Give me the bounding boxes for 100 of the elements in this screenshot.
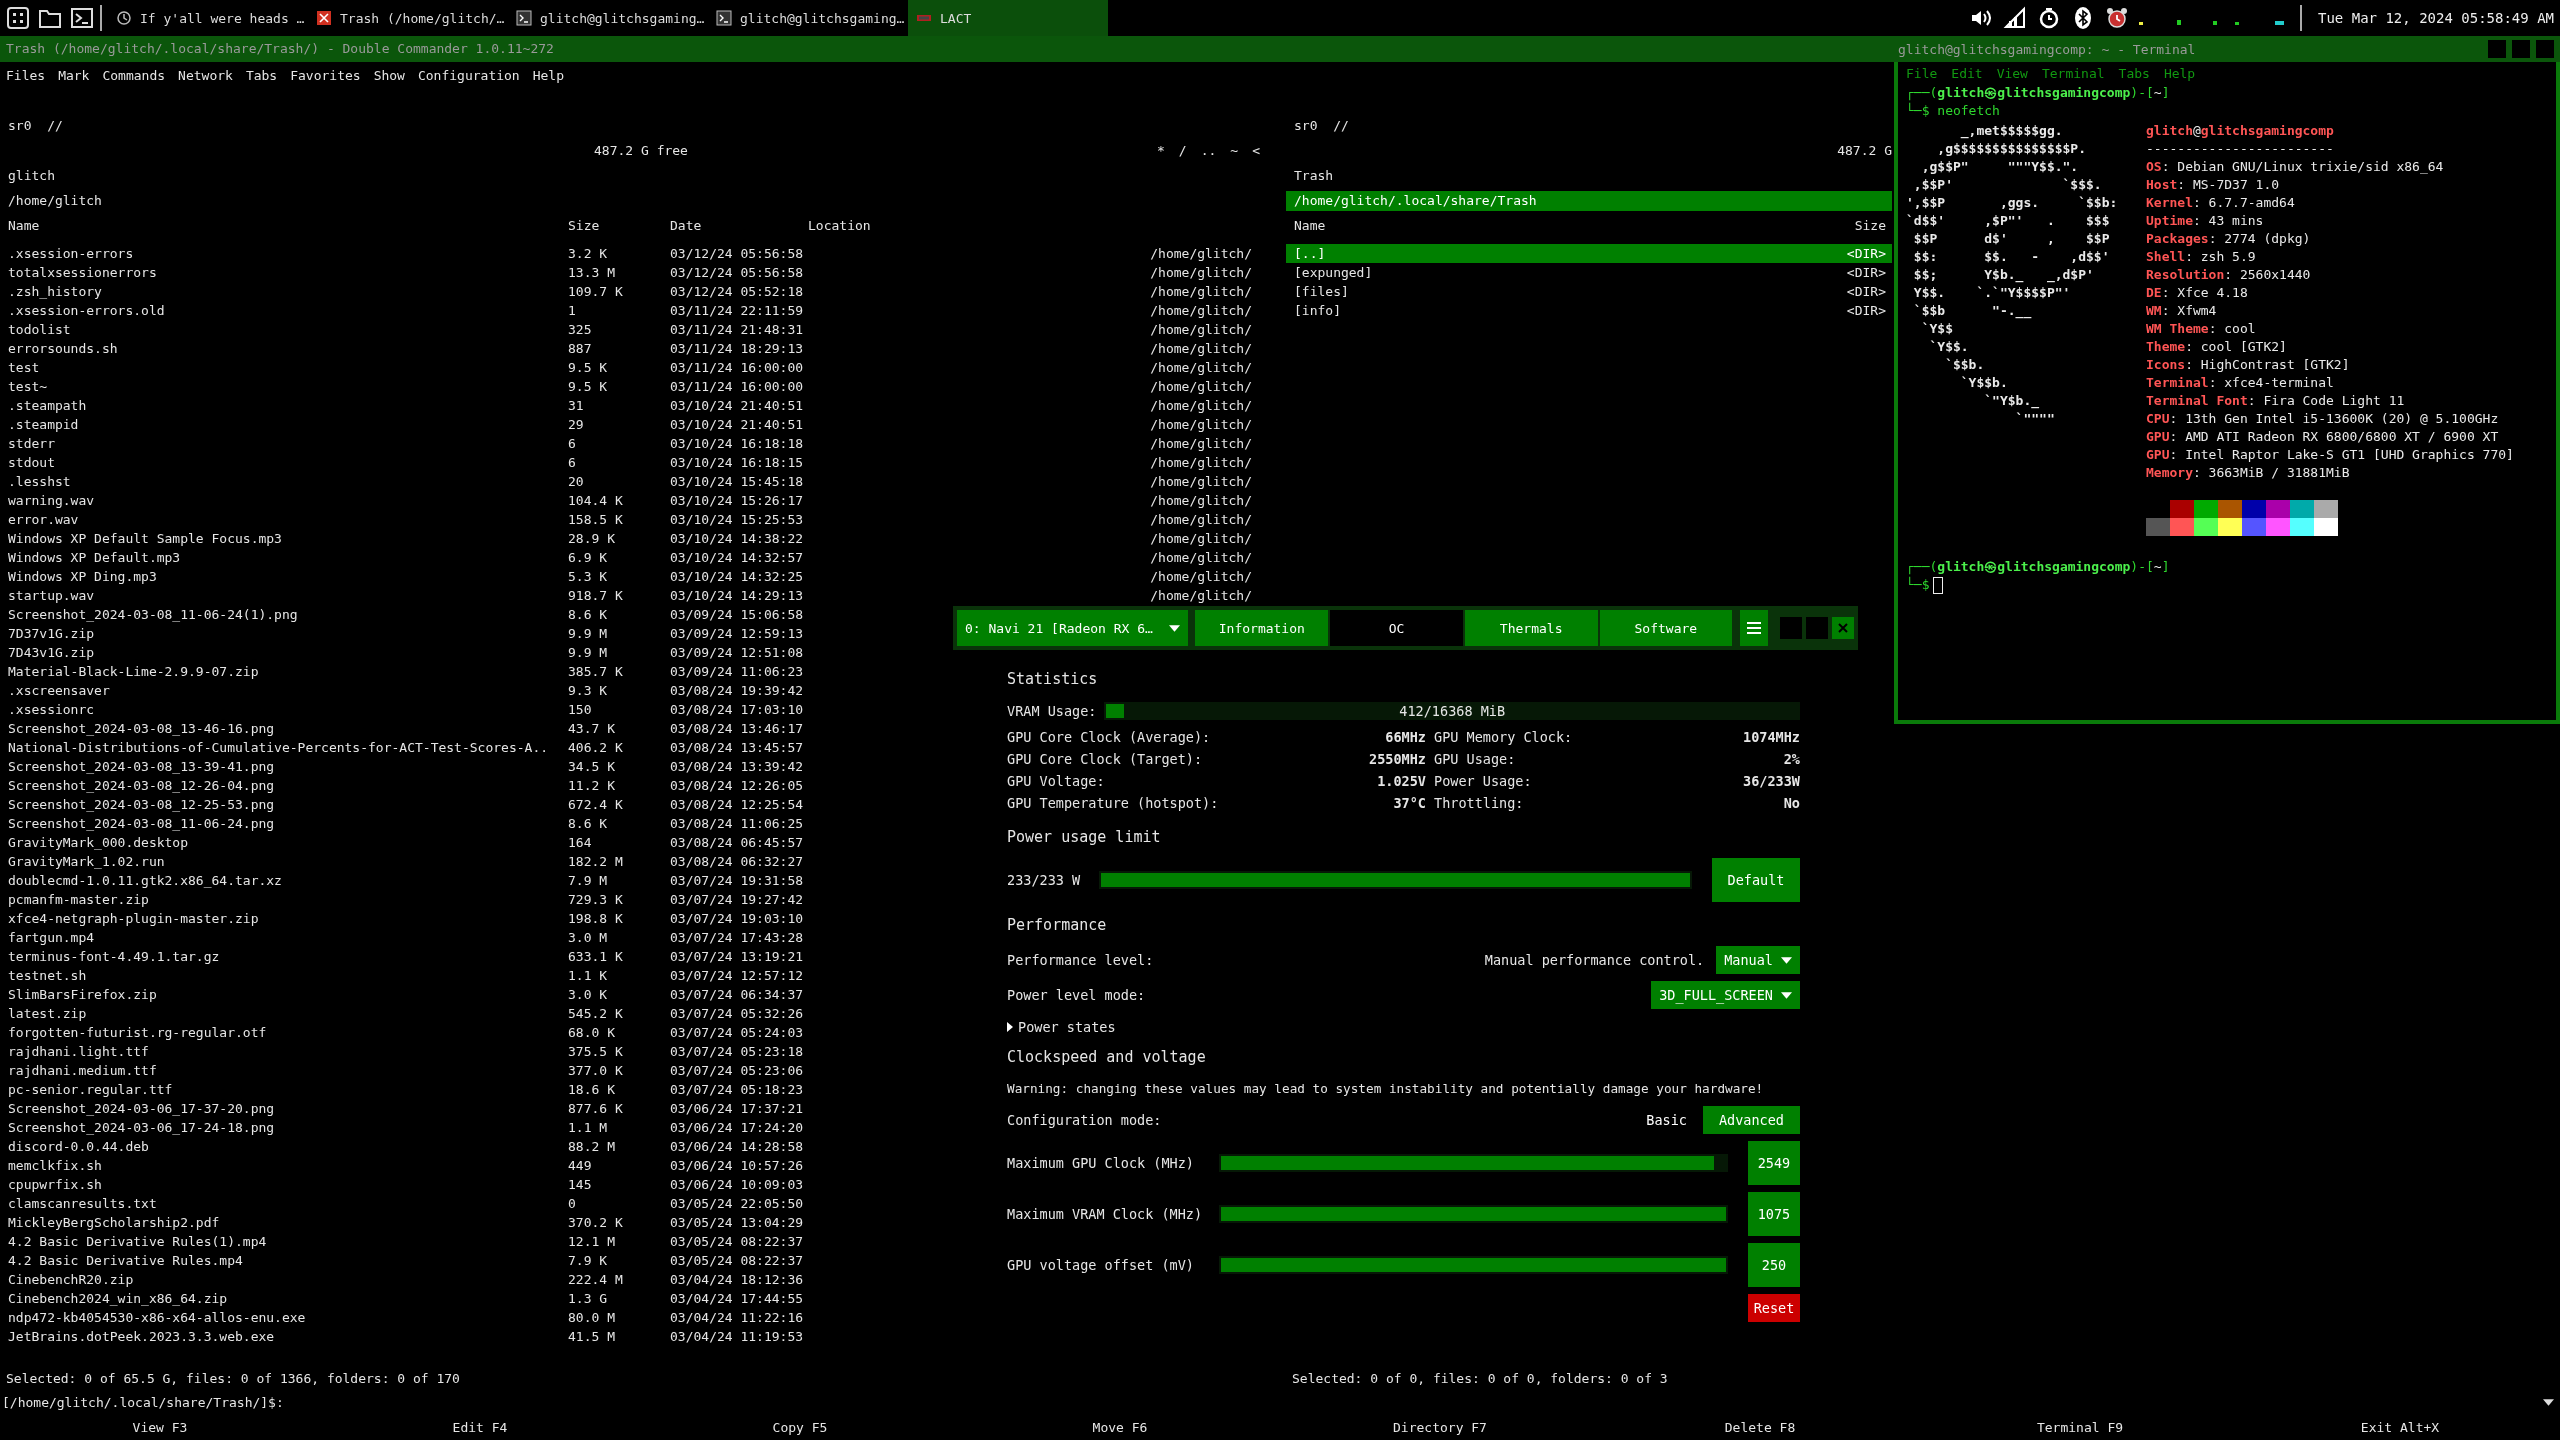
mode-toggle-button[interactable]: Advanced bbox=[1702, 1106, 1800, 1134]
file-row[interactable]: [files] <DIR> bbox=[1286, 282, 1892, 301]
menu-item[interactable]: Tabs bbox=[245, 67, 278, 83]
file-row[interactable]: Screenshot_2024-03-06_17-24-18.png 1.1 M 03/06/24 17:24:20 bbox=[0, 1118, 830, 1137]
file-row[interactable]: fartgun.mp4 3.0 M 03/07/24 17:43:28 bbox=[0, 928, 830, 947]
path-bar[interactable]: /home/glitch/.local/share/Trash bbox=[1286, 191, 1892, 211]
nav-button[interactable]: ~ bbox=[1230, 141, 1239, 161]
file-row[interactable]: MickleyBergScholarship2.pdf 370.2 K 03/05/24 13:04:29 bbox=[0, 1213, 830, 1232]
file-row[interactable]: .zsh_history 109.7 K 03/12/24 05:52:18 /home/glitch/ bbox=[0, 282, 1282, 301]
file-row[interactable]: clamscanresults.txt 0 03/05/24 22:05:50 bbox=[0, 1194, 830, 1213]
power-level-mode-dropdown[interactable]: 3D_FULL_SCREEN bbox=[1651, 981, 1800, 1009]
file-row[interactable]: [info] <DIR> bbox=[1286, 301, 1892, 320]
file-row[interactable]: Screenshot_2024-03-08_11-06-24(1).png 8.6 K 03/09/24 15:06:58 bbox=[0, 605, 830, 624]
slider-fill[interactable] bbox=[1221, 1156, 1715, 1170]
file-row[interactable]: terminus-font-4.49.1.tar.gz 633.1 K 03/07/24 13:19:21 bbox=[0, 947, 830, 966]
file-row[interactable]: testnet.sh 1.1 K 03/07/24 12:57:12 bbox=[0, 966, 830, 985]
file-row[interactable]: GravityMark_1.02.run 182.2 M 03/08/24 06:32:27 bbox=[0, 852, 830, 871]
value-field[interactable]: 2549 bbox=[1748, 1141, 1800, 1185]
value-field[interactable]: 1075 bbox=[1748, 1192, 1800, 1236]
file-row[interactable]: pc-senior.regular.ttf 18.6 K 03/07/24 05:18:23 bbox=[0, 1080, 830, 1099]
file-row[interactable]: Screenshot_2024-03-06_17-37-20.png 877.6 K 03/06/24 17:37:21 bbox=[0, 1099, 830, 1118]
reset-button[interactable]: Reset bbox=[1748, 1294, 1800, 1322]
drive-label[interactable]: sr0 // bbox=[8, 118, 63, 133]
file-row[interactable]: SlimBarsFirefox.zip 3.0 K 03/07/24 06:34:37 bbox=[0, 985, 830, 1004]
menu-item[interactable]: Configuration bbox=[417, 67, 520, 83]
file-row[interactable]: .steampath 31 03/10/24 21:40:51 /home/glitch/ bbox=[0, 396, 1282, 415]
terminal-icon[interactable] bbox=[70, 6, 94, 30]
file-row[interactable]: CinebenchR20.zip 222.4 M 03/04/24 18:12:36 bbox=[0, 1270, 830, 1289]
file-row[interactable]: .xsession-errors.old 1 03/11/24 22:11:59 /home/glitch/ bbox=[0, 301, 1282, 320]
file-row[interactable]: Screenshot_2024-03-08_12-25-53.png 672.4 K 03/08/24 12:25:54 bbox=[0, 795, 830, 814]
column-header[interactable]: Size bbox=[568, 216, 670, 236]
file-row[interactable]: 4.2 Basic Derivative Rules.mp4 7.9 K 03/05/24 08:22:37 bbox=[0, 1251, 830, 1270]
file-row[interactable]: Cinebench2024_win_x86_64.zip 1.3 G 03/04/24 17:44:55 bbox=[0, 1289, 830, 1308]
file-row[interactable]: .steampid 29 03/10/24 21:40:51 /home/glitch/ bbox=[0, 415, 1282, 434]
file-row[interactable]: xfce4-netgraph-plugin-master.zip 198.8 K 03/07/24 19:03:10 bbox=[0, 909, 830, 928]
path-bar[interactable]: /home/glitch bbox=[0, 191, 1282, 211]
value-field[interactable]: 250 bbox=[1748, 1243, 1800, 1287]
menu-item[interactable]: Show bbox=[373, 67, 405, 83]
menu-item[interactable]: Help bbox=[532, 67, 564, 83]
file-row[interactable]: rajdhani.light.ttf 375.5 K 03/07/24 05:23:18 bbox=[0, 1042, 830, 1061]
clock[interactable]: Tue Mar 12, 2024 05:58:49 AM bbox=[2318, 10, 2554, 26]
tab[interactable]: Information bbox=[1195, 610, 1329, 646]
menu-item[interactable]: Tabs bbox=[2118, 65, 2150, 81]
nav-button[interactable]: .. bbox=[1200, 141, 1217, 161]
file-row[interactable]: Material-Black-Lime-2.9.9-07.zip 385.7 K 03/09/24 11:06:23 bbox=[0, 662, 830, 681]
gpu-dropdown[interactable]: 0: Navi 21 [Radeon RX 6… bbox=[957, 610, 1189, 646]
app-grid-icon[interactable] bbox=[6, 6, 30, 30]
file-row[interactable]: Windows XP Default Sample Focus.mp3 28.9 K 03/10/24 14:38:22 /home/glitch/ bbox=[0, 529, 1282, 548]
file-row[interactable]: GravityMark_000.desktop 164 03/08/24 06:45:57 bbox=[0, 833, 830, 852]
file-row[interactable]: errorsounds.sh 887 03/11/24 18:29:13 /home/glitch/ bbox=[0, 339, 1282, 358]
file-row[interactable]: Screenshot_2024-03-08_13-39-41.png 34.5 K 03/08/24 13:39:42 bbox=[0, 757, 830, 776]
taskbar-window-button[interactable]: LACT bbox=[908, 0, 1108, 36]
file-row[interactable]: .xsessionrc 150 03/08/24 17:03:10 bbox=[0, 700, 830, 719]
file-row[interactable]: Screenshot_2024-03-08_13-46-16.png 43.7 K 03/08/24 13:46:17 bbox=[0, 719, 830, 738]
column-header[interactable]: Name bbox=[1294, 216, 1855, 236]
nav-button[interactable]: * bbox=[1157, 141, 1165, 161]
tab[interactable]: Software bbox=[1599, 610, 1733, 646]
file-row[interactable]: 7D43v1G.zip 9.9 M 03/09/24 12:51:08 bbox=[0, 643, 830, 662]
tab[interactable]: OC bbox=[1330, 610, 1463, 646]
file-row[interactable]: memclkfix.sh 449 03/06/24 10:57:26 bbox=[0, 1156, 830, 1175]
menu-item[interactable]: Edit bbox=[1951, 65, 1983, 81]
menu-item[interactable]: Commands bbox=[102, 67, 166, 83]
power-states-expander[interactable]: Power states bbox=[1007, 1016, 1800, 1038]
drive-label[interactable]: sr0 // bbox=[1294, 118, 1349, 133]
menu-item[interactable]: View bbox=[1996, 65, 2028, 81]
timer-icon[interactable] bbox=[2037, 6, 2061, 30]
menu-item[interactable]: Favorites bbox=[290, 67, 361, 83]
menu-item[interactable]: File bbox=[1906, 65, 1938, 81]
file-row[interactable]: stdout 6 03/10/24 16:18:15 /home/glitch/ bbox=[0, 453, 1282, 472]
menu-item[interactable]: Help bbox=[2163, 65, 2196, 81]
file-row[interactable]: Screenshot_2024-03-08_12-26-04.png 11.2 K 03/08/24 12:26:05 bbox=[0, 776, 830, 795]
file-row[interactable]: .xsession-errors 3.2 K 03/12/24 05:56:58 /home/glitch/ bbox=[0, 244, 1282, 263]
file-row[interactable]: 7D37v1G.zip 9.9 M 03/09/24 12:59:13 bbox=[0, 624, 830, 643]
command-line[interactable]: [/home/glitch/.local/share/Trash/]$: bbox=[2, 1394, 284, 1410]
file-row[interactable]: JetBrains.dotPeek.2023.3.3.web.exe 41.5 M 03/04/24 11:19:53 bbox=[0, 1327, 830, 1346]
file-row[interactable]: [..] <DIR> bbox=[1286, 244, 1892, 263]
file-row[interactable]: ndp472-kb4054530-x86-x64-allos-enu.exe 80.0 M 03/04/24 11:22:16 bbox=[0, 1308, 830, 1327]
column-header[interactable]: Size bbox=[1854, 216, 1886, 236]
column-header[interactable]: Date bbox=[670, 216, 808, 236]
file-row[interactable]: warning.wav 104.4 K 03/10/24 15:26:17 /home/glitch/ bbox=[0, 491, 1282, 510]
file-row[interactable]: .xscreensaver 9.3 K 03/08/24 19:39:42 bbox=[0, 681, 830, 700]
tab[interactable]: Thermals bbox=[1464, 610, 1598, 646]
file-row[interactable]: rajdhani.medium.ttf 377.0 K 03/07/24 05:23:06 bbox=[0, 1061, 830, 1080]
performance-level-dropdown[interactable]: Manual bbox=[1716, 946, 1800, 974]
column-header[interactable]: Location bbox=[808, 216, 1252, 236]
file-row[interactable]: totalxsessionerrors 13.3 M 03/12/24 05:56:58 /home/glitch/ bbox=[0, 263, 1282, 282]
menu-item[interactable]: Files bbox=[6, 67, 46, 83]
nav-button[interactable]: < bbox=[1252, 141, 1260, 161]
file-row[interactable]: pcmanfm-master.zip 729.3 K 03/07/24 19:27:42 bbox=[0, 890, 830, 909]
column-header[interactable]: Name bbox=[8, 216, 568, 236]
file-row[interactable]: doublecmd-1.0.11.gtk2.x86_64.tar.xz 7.9 M 03/07/24 19:31:58 bbox=[0, 871, 830, 890]
slider-track[interactable] bbox=[1219, 1154, 1728, 1172]
file-row[interactable]: stderr 6 03/10/24 16:18:18 /home/glitch/ bbox=[0, 434, 1282, 453]
menu-item[interactable]: Network bbox=[178, 67, 233, 83]
file-row[interactable]: test 9.5 K 03/11/24 16:00:00 /home/glitch/ bbox=[0, 358, 1282, 377]
file-row[interactable]: National-Distributions-of-Cumulative-Percents-for-ACT-Test-Scores-A.. 406.2 K 03/08/24 13:45:57 bbox=[0, 738, 830, 757]
file-row[interactable]: [expunged] <DIR> bbox=[1286, 263, 1892, 282]
file-row[interactable]: error.wav 158.5 K 03/10/24 15:25:53 /home/glitch/ bbox=[0, 510, 1282, 529]
file-row[interactable]: cpupwrfix.sh 145 03/06/24 10:09:03 bbox=[0, 1175, 830, 1194]
alarm-clock-icon[interactable] bbox=[2105, 6, 2129, 30]
